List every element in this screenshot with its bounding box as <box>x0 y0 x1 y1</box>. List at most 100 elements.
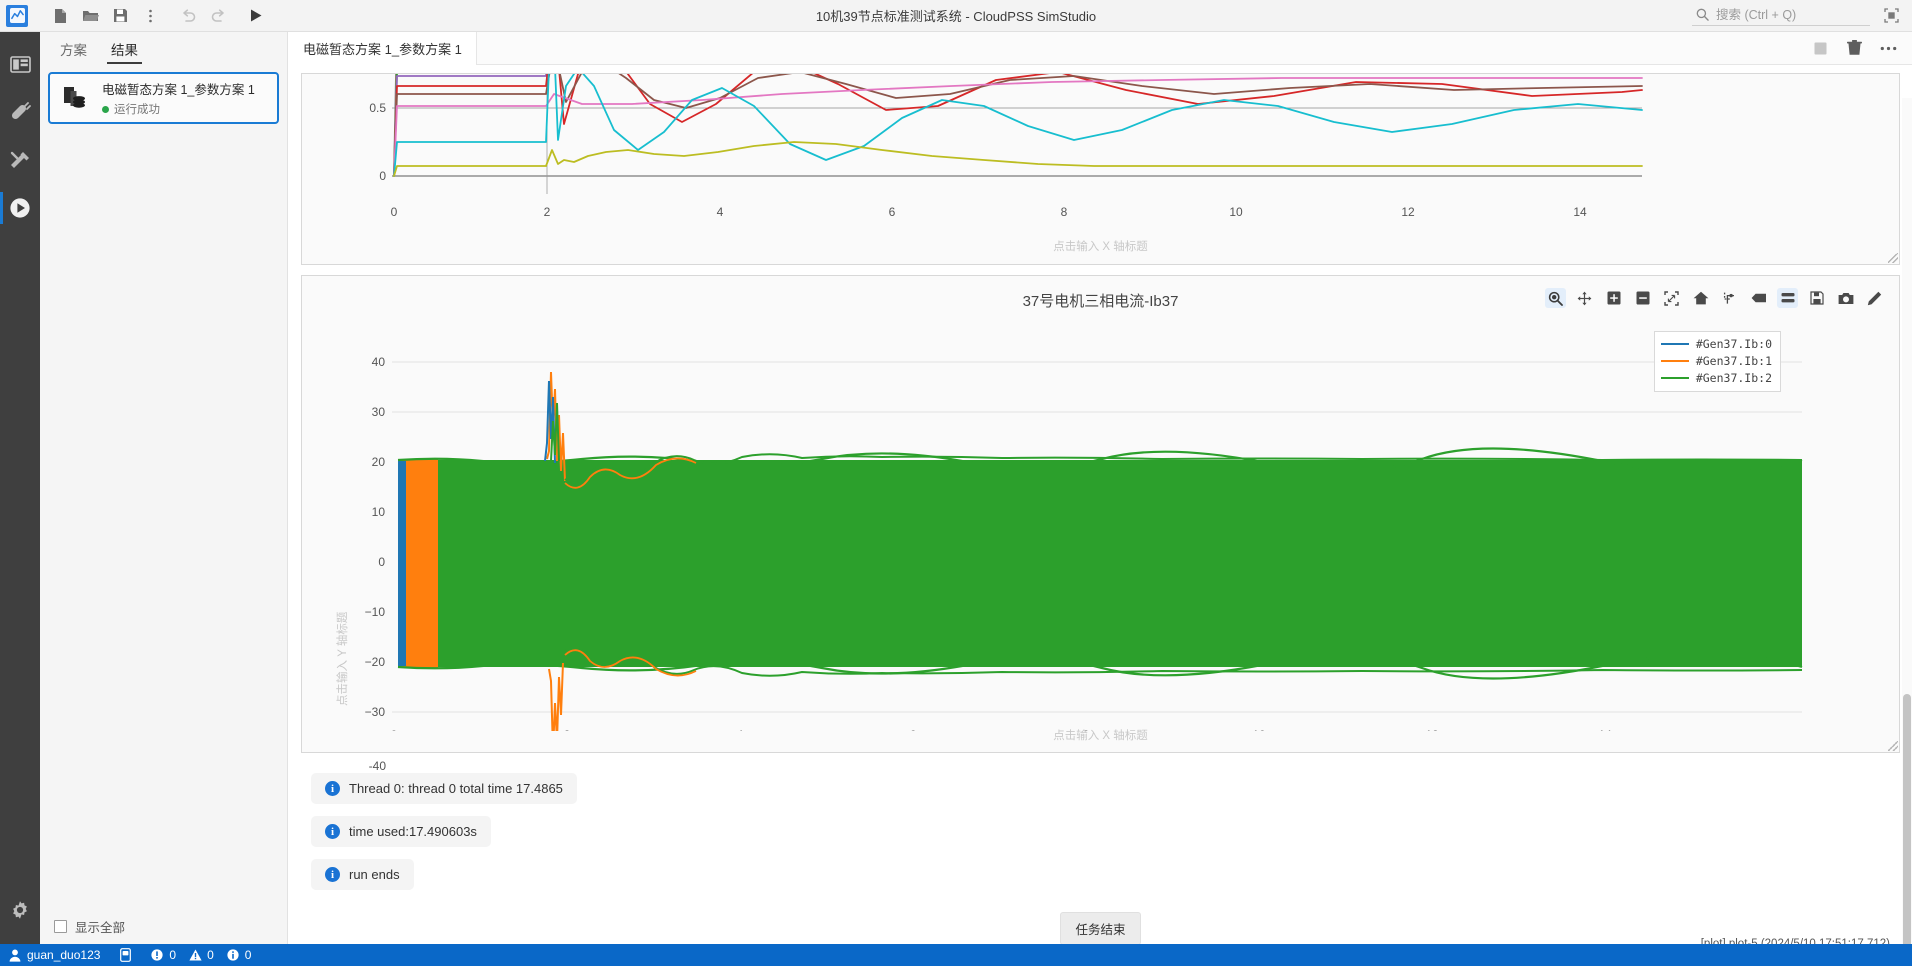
window-title-bar: 10机39节点标准测试系统 - CloudPSS SimStudio <box>0 0 1912 32</box>
svg-text:4: 4 <box>717 205 724 219</box>
spike-lines-icon[interactable] <box>1719 288 1740 308</box>
svg-text:10: 10 <box>1229 205 1243 219</box>
zoom-in-icon[interactable] <box>1603 288 1624 308</box>
show-all-checkbox[interactable] <box>54 919 67 933</box>
svg-text:2: 2 <box>544 205 551 219</box>
main-header: 电磁暂态方案 1_参数方案 1 <box>289 31 1912 65</box>
legend-item[interactable]: #Gen37.Ib:1 <box>1660 354 1772 368</box>
camera-snapshot-icon[interactable] <box>1835 288 1856 308</box>
result-title: 电磁暂态方案 1_参数方案 1 <box>102 83 255 97</box>
legend-item[interactable]: #Gen37.Ib:2 <box>1660 371 1772 385</box>
tab-active-result[interactable]: 电磁暂态方案 1_参数方案 1 <box>289 31 477 65</box>
global-search[interactable] <box>1692 6 1870 26</box>
info-count-value: 0 <box>244 948 252 962</box>
left-panel: 方案 结果 电磁暂态方案 1_参数方案 1 运行成功 显示全部 <box>40 32 288 944</box>
sidebar-item-run[interactable] <box>0 184 40 232</box>
svg-text:8: 8 <box>1061 205 1068 219</box>
plot-bottom-xlabel[interactable]: 点击输入 X 轴标题 <box>302 727 1899 743</box>
status-dot-icon <box>102 105 109 113</box>
vertical-scrollbar[interactable] <box>1902 98 1912 944</box>
plot-top-canvas[interactable]: 0.5 0 0 2 4 6 8 10 12 14 <box>302 74 1684 264</box>
settings-gear-button[interactable] <box>0 886 40 934</box>
tab-active-result-label: 电磁暂态方案 1_参数方案 1 <box>303 41 462 57</box>
legend-swatch-icon <box>1660 343 1689 345</box>
status-counters[interactable]: 0 0 0 <box>150 948 251 962</box>
plot-bottom-ylabel[interactable]: 点击输入 Y 轴标题 <box>334 612 350 706</box>
plot-panel-bottom[interactable]: 37号电机三相电流-Ib37 40 30 20 10 0 −10 −20 −30… <box>301 275 1900 773</box>
database-icon <box>118 948 132 962</box>
search-input[interactable] <box>1716 7 1866 22</box>
gear-icon <box>13 901 27 919</box>
stop-button[interactable] <box>1810 38 1830 58</box>
warning-count-item[interactable]: 0 <box>188 948 214 962</box>
svg-text:0: 0 <box>379 169 386 183</box>
legend-label: #Gen37.Ib:2 <box>1695 371 1772 385</box>
legend-swatch-icon <box>1660 360 1689 362</box>
info-status-icon <box>226 948 240 962</box>
task-end-button[interactable]: 任务结束 <box>1060 911 1141 944</box>
svg-text:0: 0 <box>378 555 385 569</box>
log-text: time used:17.490603s <box>349 824 477 839</box>
status-user[interactable]: guan_duo123 <box>8 948 100 962</box>
error-count-item[interactable]: 0 <box>150 948 176 962</box>
undo-icon[interactable] <box>174 3 202 29</box>
search-icon <box>1696 8 1709 21</box>
status-database[interactable] <box>118 948 132 962</box>
plugin-icon <box>11 102 31 120</box>
svg-text:0.5: 0.5 <box>369 101 386 115</box>
hover-compare-icon[interactable] <box>1777 288 1798 308</box>
log-text: run ends <box>349 867 400 882</box>
sidebar-item-layout[interactable] <box>0 40 40 88</box>
save-icon[interactable] <box>106 3 134 29</box>
sidebar-item-plugin[interactable] <box>0 88 40 136</box>
more-options-icon[interactable] <box>136 3 164 29</box>
maximize-button[interactable] <box>1880 5 1902 27</box>
zoom-out-icon[interactable] <box>1632 288 1653 308</box>
open-folder-icon[interactable] <box>76 3 104 29</box>
delete-button[interactable] <box>1844 38 1864 58</box>
legend-item[interactable]: #Gen37.Ib:0 <box>1660 337 1772 351</box>
main-content: 电磁暂态方案 1_参数方案 1 0.5 0 0 2 4 6 8 10 12 14… <box>289 31 1912 944</box>
plot-bottom-resize-handle[interactable] <box>1888 741 1898 751</box>
svg-text:−10: −10 <box>365 605 386 619</box>
task-footer: 任务结束 [plot] plot-5 (2024/5/10 17:51:17.7… <box>301 902 1900 944</box>
svg-text:20: 20 <box>372 455 386 469</box>
more-menu-button[interactable] <box>1878 38 1898 58</box>
svg-text:10: 10 <box>372 505 386 519</box>
plot-legend[interactable]: #Gen37.Ib:0 #Gen37.Ib:1 #Gen37.Ib:2 <box>1653 331 1781 392</box>
show-all-label: 显示全部 <box>75 920 126 935</box>
plot-top-xlabel[interactable]: 点击输入 X 轴标题 <box>302 238 1899 254</box>
left-panel-tabs: 方案 结果 <box>40 32 287 66</box>
sidebar-item-tools[interactable] <box>0 136 40 184</box>
info-icon: i <box>325 824 340 839</box>
pan-tool-icon[interactable] <box>1574 288 1595 308</box>
info-count-item[interactable]: 0 <box>226 948 252 962</box>
plot-top-resize-handle[interactable] <box>1888 253 1898 263</box>
svg-text:6: 6 <box>889 205 896 219</box>
autoscale-icon[interactable] <box>1661 288 1682 308</box>
legend-label: #Gen37.Ib:1 <box>1695 354 1772 368</box>
tab-results[interactable]: 结果 <box>99 32 150 66</box>
reset-home-icon[interactable] <box>1690 288 1711 308</box>
plot-panel-top[interactable]: 0.5 0 0 2 4 6 8 10 12 14 点击输入 X 轴标题 <box>301 73 1900 265</box>
tab-schemes[interactable]: 方案 <box>48 32 99 66</box>
save-plot-icon[interactable] <box>1806 288 1827 308</box>
svg-text:40: 40 <box>372 355 386 369</box>
info-icon: i <box>325 781 340 796</box>
list-item: i time used:17.490603s <box>311 816 491 847</box>
zoom-tool-icon[interactable] <box>1545 288 1566 308</box>
warning-count-value: 0 <box>207 948 214 962</box>
show-all-row[interactable]: 显示全部 <box>40 908 287 944</box>
run-play-icon <box>10 198 30 218</box>
edit-plot-icon[interactable] <box>1864 288 1885 308</box>
status-username: guan_duo123 <box>27 948 101 962</box>
hover-closest-icon[interactable] <box>1748 288 1769 308</box>
run-icon[interactable] <box>242 3 270 29</box>
redo-icon[interactable] <box>204 3 232 29</box>
scrollbar-thumb[interactable] <box>1903 694 1911 944</box>
plot-modebar <box>1545 288 1885 308</box>
user-icon <box>8 948 22 962</box>
more-horizontal-icon <box>1880 46 1896 50</box>
new-file-icon[interactable] <box>46 3 74 29</box>
list-item[interactable]: 电磁暂态方案 1_参数方案 1 运行成功 <box>48 72 279 124</box>
